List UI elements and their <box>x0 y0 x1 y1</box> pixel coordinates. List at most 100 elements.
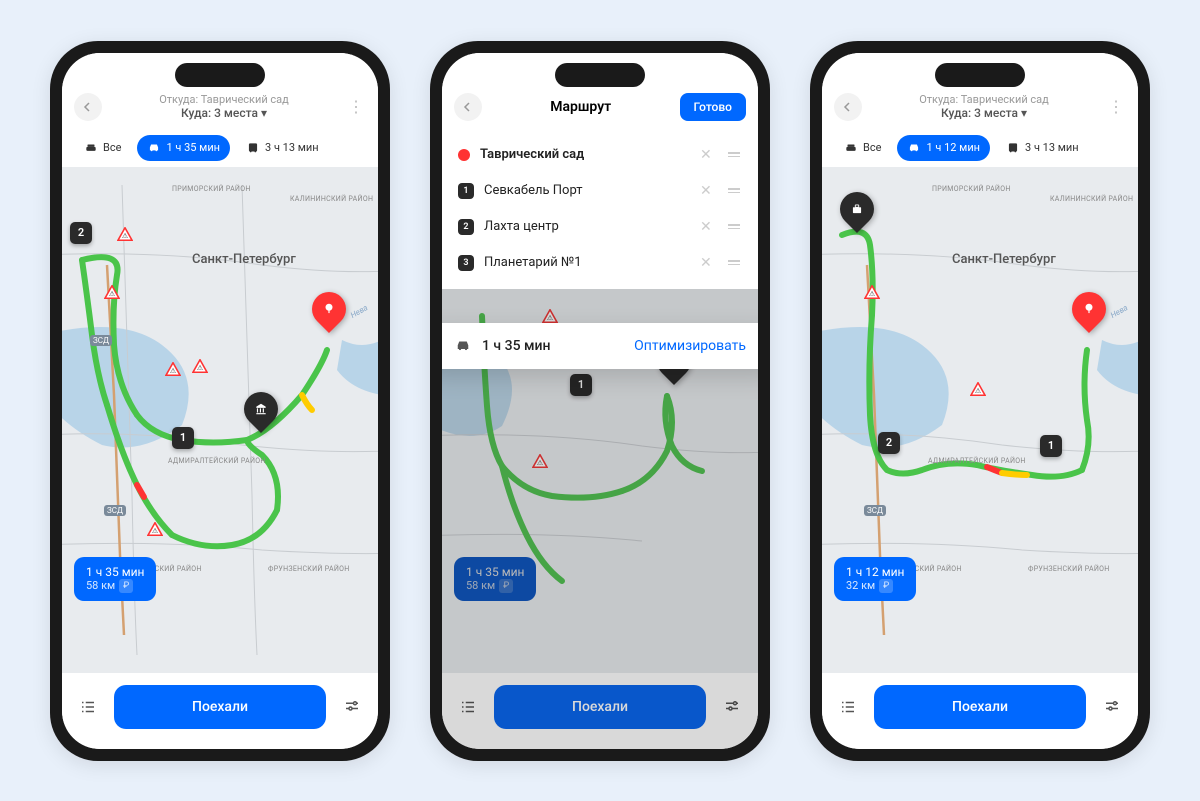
drag-handle[interactable] <box>726 152 742 157</box>
svg-text:⚠: ⚠ <box>975 386 981 394</box>
briefcase-icon <box>850 202 864 216</box>
tab-all[interactable]: Все <box>74 135 131 161</box>
go-button[interactable]: Поехали <box>114 685 326 729</box>
drag-handle[interactable] <box>726 224 742 229</box>
list-button[interactable] <box>74 693 102 721</box>
phone-mockup-2: Маршрут Готово Таврический сад ✕ 1 Севка… <box>430 41 770 761</box>
tab-bus[interactable]: 3 ч 13 мин <box>996 135 1089 161</box>
back-button[interactable] <box>74 93 102 121</box>
settings-button[interactable] <box>718 693 746 721</box>
svg-text:⚠: ⚠ <box>170 366 176 374</box>
chevron-left-icon <box>463 102 473 112</box>
walk-icon <box>844 141 858 155</box>
hazard-icon: ⚠ <box>165 362 181 376</box>
route-summary-card[interactable]: 1 ч 35 мин 58 км ₽ <box>454 557 536 601</box>
summary-distance: 58 км <box>466 579 495 592</box>
route-header: Откуда: Таврический сад Куда: 3 места ▾ … <box>822 53 1138 129</box>
city-label: Санкт-Петербург <box>952 252 1056 267</box>
summary-time: 1 ч 35 мин <box>86 565 144 579</box>
stops-list: Таврический сад ✕ 1 Севкабель Порт ✕ 2 Л… <box>442 129 758 289</box>
district-label: ФРУНЗЕНСКИЙ РАЙОН <box>268 565 350 573</box>
more-button[interactable]: ⋮ <box>346 97 366 116</box>
done-button[interactable]: Готово <box>680 93 747 121</box>
summary-distance: 58 км <box>86 579 115 592</box>
hazard-icon: ⚠ <box>117 227 133 241</box>
museum-icon <box>254 402 268 416</box>
list-button[interactable] <box>834 693 862 721</box>
phone-mockup-3: Откуда: Таврический сад Куда: 3 места ▾ … <box>810 41 1150 761</box>
tree-icon <box>322 302 336 316</box>
go-button[interactable]: Поехали <box>494 685 706 729</box>
bottom-toolbar: Поехали <box>62 673 378 749</box>
route-header: Откуда: Таврический сад Куда: 3 места ▾ … <box>62 53 378 129</box>
route-summary-card[interactable]: 1 ч 12 мин 32 км ₽ <box>834 557 916 601</box>
remove-stop-button[interactable]: ✕ <box>700 183 716 199</box>
list-icon <box>839 698 857 716</box>
map-view[interactable]: Санкт-Петербург ПРИМОРСКИЙ РАЙОН КАЛИНИН… <box>62 167 378 673</box>
sliders-icon <box>723 698 741 716</box>
district-label: ФРУНЗЕНСКИЙ РАЙОН <box>1028 565 1110 573</box>
district-label: АДМИРАЛТЕЙСКИЙ РАЙОН <box>168 457 266 465</box>
bottom-toolbar: Поехали <box>442 673 758 749</box>
destination-label[interactable]: Куда: 3 места ▾ <box>870 106 1098 120</box>
stop-item-origin[interactable]: Таврический сад ✕ <box>458 137 742 173</box>
walk-icon <box>84 141 98 155</box>
list-button[interactable] <box>454 693 482 721</box>
route-summary-card[interactable]: 1 ч 35 мин 58 км ₽ <box>74 557 156 601</box>
list-icon <box>79 698 97 716</box>
settings-button[interactable] <box>1098 693 1126 721</box>
stop-name: Планетарий №1 <box>484 255 690 270</box>
destination-label[interactable]: Куда: 3 места ▾ <box>110 106 338 120</box>
settings-button[interactable] <box>338 693 366 721</box>
origin-label: Откуда: Таврический сад <box>110 93 338 106</box>
district-label: КАЛИНИНСКИЙ РАЙОН <box>1050 195 1133 203</box>
more-button[interactable]: ⋮ <box>1106 97 1126 116</box>
remove-stop-button[interactable]: ✕ <box>700 255 716 271</box>
district-label: КАЛИНИНСКИЙ РАЙОН <box>290 195 373 203</box>
car-icon <box>454 337 472 355</box>
stop-item[interactable]: 3 Планетарий №1 ✕ <box>458 245 742 281</box>
stop-marker: 3 <box>458 255 474 271</box>
drag-handle[interactable] <box>726 188 742 193</box>
svg-text:⚠: ⚠ <box>869 289 875 297</box>
waypoint-pin-2[interactable]: 2 <box>878 432 900 454</box>
car-icon <box>907 141 921 155</box>
road-label: ЗСД <box>864 505 886 516</box>
stop-item[interactable]: 1 Севкабель Порт ✕ <box>458 173 742 209</box>
origin-label: Откуда: Таврический сад <box>870 93 1098 106</box>
remove-stop-button[interactable]: ✕ <box>700 147 716 163</box>
optimize-button[interactable]: Оптимизировать <box>634 338 746 354</box>
chevron-left-icon <box>83 102 93 112</box>
header-title: Маршрут <box>490 99 672 115</box>
back-button[interactable] <box>834 93 862 121</box>
stop-marker: 2 <box>458 219 474 235</box>
back-button[interactable] <box>454 93 482 121</box>
tab-car[interactable]: 1 ч 12 мин <box>897 135 990 161</box>
waypoint-pin-1[interactable]: 1 <box>1040 435 1062 457</box>
tab-car[interactable]: 1 ч 35 мин <box>137 135 230 161</box>
map-view[interactable]: Санкт-Петербург ПРИМОРСКИЙ РАЙОН КАЛИНИН… <box>822 167 1138 673</box>
remove-stop-button[interactable]: ✕ <box>700 219 716 235</box>
transport-tabs: Все 1 ч 12 мин 3 ч 13 мин <box>822 129 1138 167</box>
tab-bus[interactable]: 3 ч 13 мин <box>236 135 329 161</box>
stop-item[interactable]: 2 Лахта центр ✕ <box>458 209 742 245</box>
waypoint-pin-1[interactable]: 1 <box>172 427 194 449</box>
waypoint-pin-2[interactable]: 2 <box>70 222 92 244</box>
waypoint-pin-1[interactable]: 1 <box>570 374 592 396</box>
summary-distance: 32 км <box>846 579 875 592</box>
hazard-icon: ⚠ <box>147 522 163 536</box>
svg-text:⚠: ⚠ <box>152 526 158 534</box>
svg-text:⚠: ⚠ <box>122 231 128 239</box>
hazard-icon: ⚠ <box>104 285 120 299</box>
drag-handle[interactable] <box>726 260 742 265</box>
list-icon <box>459 698 477 716</box>
svg-text:⚠: ⚠ <box>109 289 115 297</box>
district-label: ПРИМОРСКИЙ РАЙОН <box>932 185 1011 193</box>
tab-all[interactable]: Все <box>834 135 891 161</box>
svg-text:⚠: ⚠ <box>547 313 553 321</box>
go-button[interactable]: Поехали <box>874 685 1086 729</box>
bus-icon <box>246 141 260 155</box>
district-label: ПРИМОРСКИЙ РАЙОН <box>172 185 251 193</box>
district-label: АДМИРАЛТЕЙСКИЙ РАЙОН <box>928 457 1026 465</box>
car-icon <box>147 141 161 155</box>
